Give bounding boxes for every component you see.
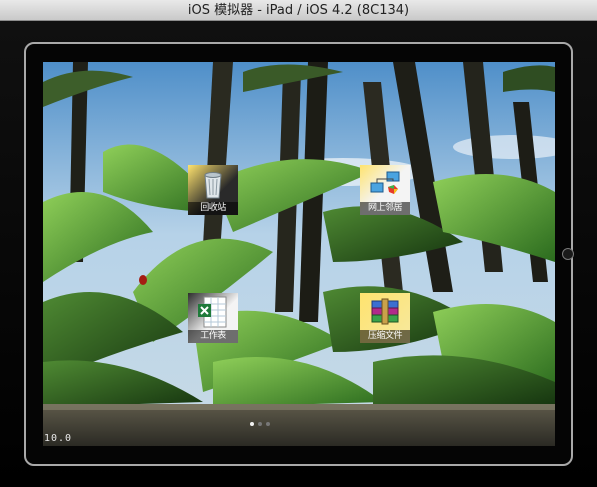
- icon-label: 压缩文件: [360, 330, 410, 343]
- recycle-bin-icon: [204, 172, 222, 199]
- home-button[interactable]: [562, 248, 574, 260]
- desktop-icon-recycle-bin[interactable]: 回收站: [188, 165, 238, 215]
- page-dot[interactable]: [250, 422, 254, 426]
- network-icon: [370, 171, 400, 194]
- desktop-icon-network[interactable]: 网上邻居: [360, 165, 410, 215]
- window-title: iOS 模拟器 - iPad / iOS 4.2 (8C134): [187, 3, 410, 18]
- winrar-archive-icon: [371, 298, 399, 325]
- version-label: 10.0: [44, 433, 73, 444]
- ipad-screen: 回收站 网上邻居 工作表 压缩文件: [43, 62, 555, 446]
- icon-label: 工作表: [188, 330, 238, 343]
- icon-label: 网上邻居: [360, 202, 410, 215]
- page-dot[interactable]: [266, 422, 270, 426]
- desktop-icon-archive[interactable]: 压缩文件: [360, 293, 410, 343]
- wallpaper-image: [43, 62, 555, 446]
- window-titlebar[interactable]: iOS 模拟器 - iPad / iOS 4.2 (8C134): [0, 0, 597, 21]
- desktop-icon-spreadsheet[interactable]: 工作表: [188, 293, 238, 343]
- simulator-window: iOS 模拟器 - iPad / iOS 4.2 (8C134) 回收站 网上邻…: [0, 0, 597, 487]
- icon-label: 回收站: [188, 202, 238, 215]
- excel-spreadsheet-icon: [198, 296, 227, 328]
- page-dot[interactable]: [258, 422, 262, 426]
- page-indicator[interactable]: [250, 422, 270, 428]
